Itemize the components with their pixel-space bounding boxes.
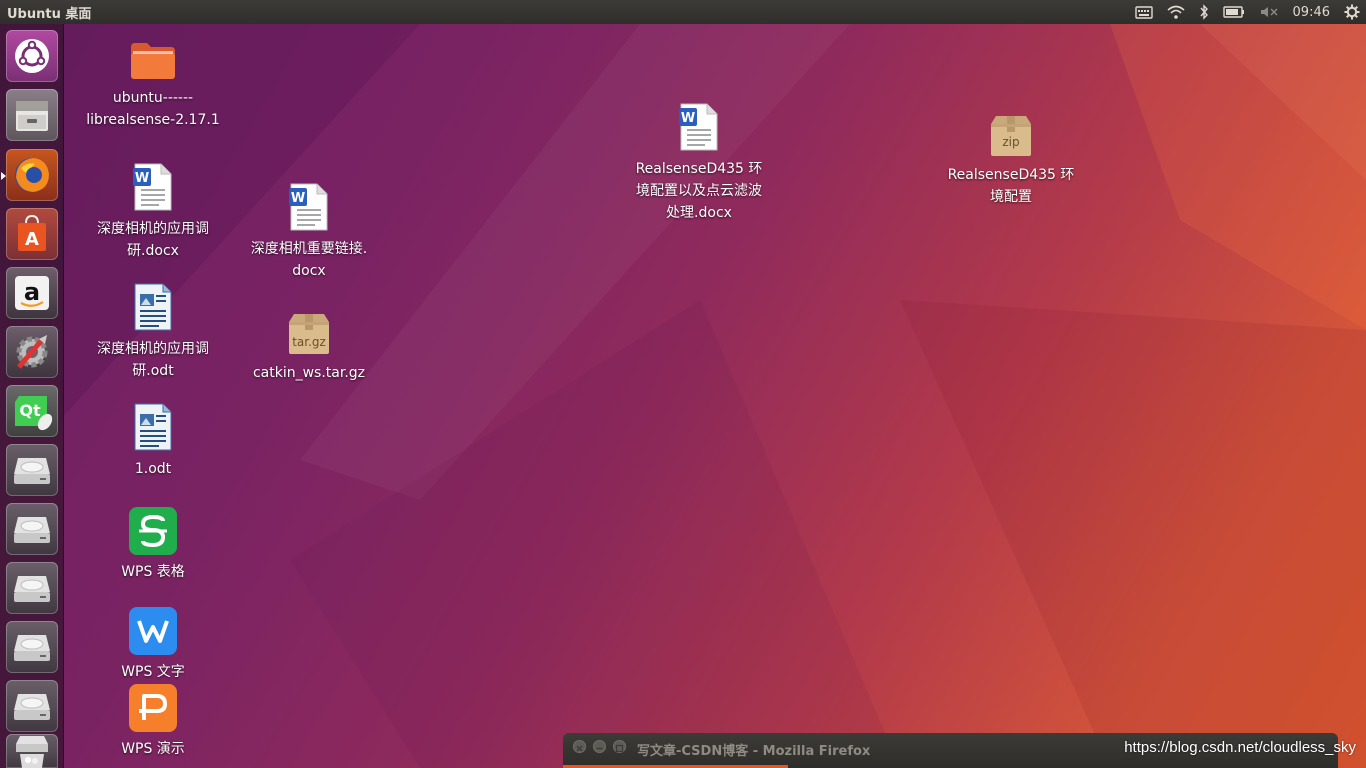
close-window-button[interactable]	[573, 740, 586, 753]
wps-writer-icon	[129, 605, 177, 655]
indicator-area: 09:46	[1134, 0, 1360, 24]
wps-presentation-icon	[129, 682, 177, 732]
ubuntu-software-icon[interactable]: A	[6, 208, 58, 260]
svg-text:W: W	[291, 191, 305, 206]
trash-icon[interactable]	[6, 734, 58, 768]
clock[interactable]: 09:46	[1293, 0, 1330, 24]
svg-text:W: W	[135, 171, 149, 186]
desktop-icon-archive[interactable]: tar.gz catkin_ws.tar.gz	[234, 306, 384, 384]
svg-text:Qt: Qt	[19, 401, 41, 420]
wps-doc-icon: W	[287, 182, 331, 232]
folder-icon	[129, 31, 177, 81]
keyboard-icon[interactable]	[1134, 0, 1153, 24]
battery-icon[interactable]	[1222, 0, 1245, 24]
desktop-icon-odt[interactable]: 深度相机的应用调 研.odt	[78, 282, 228, 382]
svg-text:W: W	[681, 111, 695, 126]
desktop-icon-archive[interactable]: zip RealsenseD435 环 境配置	[936, 108, 1086, 208]
svg-text:A: A	[25, 229, 39, 250]
desktop-icon-librealsense-folder[interactable]: ubuntu------ librealsense-2.17.1	[78, 31, 228, 131]
amazon-icon[interactable]: a	[6, 267, 58, 319]
wps-spreadsheet-icon	[129, 505, 177, 555]
drive-icon[interactable]	[6, 562, 58, 614]
desktop-icon-label: 1.odt	[134, 461, 172, 477]
desktop-icon-label: RealsenseD435 环 境配置	[947, 167, 1075, 205]
desktop-icon-wps-presentation[interactable]: WPS 演示	[78, 682, 228, 760]
desktop-icon-label: ubuntu------ librealsense-2.17.1	[86, 90, 220, 128]
maximize-window-button[interactable]	[613, 740, 626, 753]
desktop-icon-docx[interactable]: W 深度相机重要链接. docx	[234, 182, 384, 282]
desktop-icon-odt[interactable]: 1.odt	[78, 402, 228, 480]
drive-icon[interactable]	[6, 444, 58, 496]
drive-icon[interactable]	[6, 503, 58, 555]
desktop-icon-wps-writer[interactable]: WPS 文字	[78, 605, 228, 683]
archive-badge: tar.gz	[292, 335, 326, 349]
desktop-icon-label: catkin_ws.tar.gz	[252, 365, 366, 381]
wifi-icon[interactable]	[1167, 0, 1185, 24]
firefox-icon[interactable]	[6, 149, 58, 201]
watermark-url: https://blog.csdn.net/cloudless_sky	[1124, 739, 1356, 756]
desktop-icon-label: RealsenseD435 环 境配置以及点云滤波 处理.docx	[635, 161, 763, 221]
odt-icon	[131, 282, 175, 332]
top-panel: Ubuntu 桌面 09:46	[0, 0, 1366, 24]
drive-icon[interactable]	[6, 621, 58, 673]
system-settings-icon[interactable]	[6, 326, 58, 378]
drive-icon[interactable]	[6, 680, 58, 732]
desktop-icon-label: WPS 表格	[121, 564, 185, 580]
desktop-icon-label: WPS 演示	[121, 741, 185, 757]
desktop-icon-docx[interactable]: W 深度相机的应用调 研.docx	[78, 162, 228, 262]
odt-icon	[131, 402, 175, 452]
qt-creator-icon[interactable]: Qt	[6, 385, 58, 437]
archive-badge: zip	[1002, 135, 1020, 149]
wps-doc-icon: W	[131, 162, 175, 212]
panel-title: Ubuntu 桌面	[7, 6, 92, 22]
desktop-icon-wps-spreadsheet[interactable]: WPS 表格	[78, 505, 228, 583]
desktop-icon-label: 深度相机重要链接. docx	[250, 241, 368, 279]
files-icon[interactable]	[6, 89, 58, 141]
desktop-icon-label: WPS 文字	[121, 664, 185, 680]
desktop-icon-docx[interactable]: W RealsenseD435 环 境配置以及点云滤波 处理.docx	[624, 102, 774, 224]
ubuntu-dash-icon[interactable]	[6, 30, 58, 82]
minimize-window-button[interactable]	[593, 740, 606, 753]
svg-text:a: a	[24, 278, 40, 306]
volume-muted-icon[interactable]	[1259, 0, 1279, 24]
wps-doc-icon: W	[677, 102, 721, 152]
window-title: 写文章-CSDN博客 - Mozilla Firefox	[637, 744, 871, 759]
launcher: A a Qt	[0, 24, 64, 768]
desktop-icon-label: 深度相机的应用调 研.docx	[97, 221, 209, 259]
gear-icon[interactable]	[1344, 0, 1360, 24]
desktop-icon-label: 深度相机的应用调 研.odt	[97, 341, 209, 379]
bluetooth-icon[interactable]	[1199, 0, 1209, 24]
archive-icon	[988, 108, 1034, 158]
